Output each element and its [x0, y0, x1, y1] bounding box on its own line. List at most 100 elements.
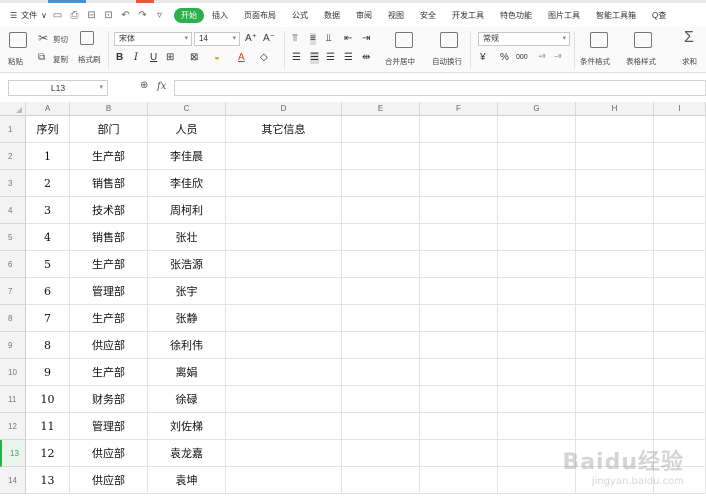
table-cell[interactable] [342, 359, 420, 386]
table-cell[interactable]: 生产部 [70, 359, 148, 386]
table-cell[interactable] [654, 251, 706, 278]
table-cell[interactable] [654, 170, 706, 197]
paste-button[interactable]: 粘贴 [8, 56, 23, 67]
tab-review[interactable]: 审阅 [356, 10, 372, 21]
align-left-icon[interactable]: ☰ [292, 52, 301, 64]
search-command[interactable]: Q查 [652, 10, 666, 21]
table-cell[interactable] [498, 386, 576, 413]
header-cell[interactable] [498, 116, 576, 143]
table-cell[interactable] [226, 332, 342, 359]
table-cell[interactable] [226, 251, 342, 278]
table-cell[interactable]: 刘佐梯 [148, 413, 226, 440]
table-cell[interactable]: 徐利伟 [148, 332, 226, 359]
number-format-select[interactable]: 常规 ▾ [478, 32, 570, 46]
table-cell[interactable]: 财务部 [70, 386, 148, 413]
table-cell[interactable]: 11 [26, 413, 70, 440]
table-cell[interactable]: 4 [26, 224, 70, 251]
table-cell[interactable]: 周柯利 [148, 197, 226, 224]
table-cell[interactable] [226, 224, 342, 251]
underline-icon[interactable]: U [150, 52, 157, 64]
table-cell[interactable]: 13 [26, 467, 70, 494]
decrease-decimal-icon[interactable]: ⁻⁰ [554, 52, 561, 64]
indent-decrease-icon[interactable]: ⇤ [344, 33, 352, 45]
table-cell[interactable] [342, 170, 420, 197]
table-cell[interactable]: 袁坤 [148, 467, 226, 494]
table-cell[interactable] [342, 278, 420, 305]
table-cell[interactable] [226, 467, 342, 494]
table-cell[interactable] [576, 386, 654, 413]
table-cell[interactable] [342, 224, 420, 251]
column-header-b[interactable]: B [70, 102, 148, 116]
font-name-select[interactable]: 宋体 ▾ [114, 32, 192, 46]
table-cell[interactable] [498, 224, 576, 251]
font-size-select[interactable]: 14 ▾ [194, 32, 240, 46]
table-cell[interactable] [654, 332, 706, 359]
table-cell[interactable] [654, 359, 706, 386]
row-header[interactable]: 12 [0, 413, 26, 440]
row-header[interactable]: 11 [0, 386, 26, 413]
table-cell[interactable]: 12 [26, 440, 70, 467]
table-cell[interactable] [342, 251, 420, 278]
row-header[interactable]: 7 [0, 278, 26, 305]
file-menu[interactable]: 文件 [21, 10, 37, 21]
cell-style-icon[interactable]: ⊠ [190, 52, 198, 64]
table-cell[interactable] [420, 251, 498, 278]
table-cell[interactable] [420, 332, 498, 359]
zoom-icon[interactable]: ⊕ [140, 80, 148, 91]
table-cell[interactable] [576, 359, 654, 386]
table-cell[interactable]: 销售部 [70, 170, 148, 197]
table-cell[interactable] [654, 305, 706, 332]
table-cell[interactable]: 袁龙嘉 [148, 440, 226, 467]
table-cell[interactable]: 7 [26, 305, 70, 332]
row-header[interactable]: 6 [0, 251, 26, 278]
table-cell[interactable] [498, 278, 576, 305]
header-cell[interactable] [342, 116, 420, 143]
table-cell[interactable] [420, 197, 498, 224]
table-cell[interactable]: 2 [26, 170, 70, 197]
table-style-icon[interactable] [634, 32, 652, 48]
indent-increase-icon[interactable]: ⇥ [362, 33, 370, 45]
table-cell[interactable] [342, 332, 420, 359]
tab-picture-tools[interactable]: 图片工具 [548, 10, 580, 21]
table-cell[interactable] [342, 467, 420, 494]
header-cell[interactable]: 序列 [26, 116, 70, 143]
table-cell[interactable]: 张静 [148, 305, 226, 332]
distribute-icon[interactable]: ⇹ [362, 52, 370, 64]
table-cell[interactable]: 6 [26, 278, 70, 305]
table-cell[interactable] [226, 440, 342, 467]
format-painter-button[interactable]: 格式刷 [78, 54, 101, 65]
table-cell[interactable] [576, 251, 654, 278]
table-cell[interactable]: 供应部 [70, 467, 148, 494]
tab-smart-toolbox[interactable]: 智能工具箱 [596, 10, 636, 21]
customize-dropdown-icon[interactable]: ▿ [153, 9, 166, 22]
paste-icon[interactable] [9, 32, 27, 48]
merge-center-icon[interactable] [395, 32, 413, 48]
column-header-g[interactable]: G [498, 102, 576, 116]
table-cell[interactable]: 张浩源 [148, 251, 226, 278]
table-cell[interactable]: 离娟 [148, 359, 226, 386]
header-cell[interactable]: 其它信息 [226, 116, 342, 143]
fill-color-icon[interactable]: ◒ [214, 52, 220, 64]
increase-decimal-icon[interactable]: ⁺⁰ [538, 52, 545, 64]
eraser-icon[interactable]: ◇ [260, 52, 268, 64]
row-header[interactable]: 14 [0, 467, 26, 494]
percent-button[interactable]: % [500, 52, 509, 64]
table-cell[interactable] [420, 440, 498, 467]
wrap-text-button[interactable]: 自动换行 [432, 56, 462, 67]
table-cell[interactable] [342, 386, 420, 413]
table-cell[interactable] [654, 143, 706, 170]
column-header-h[interactable]: H [576, 102, 654, 116]
table-cell[interactable] [498, 305, 576, 332]
table-cell[interactable] [420, 413, 498, 440]
sum-icon[interactable]: Σ [684, 30, 694, 46]
row-header[interactable]: 13 [0, 440, 26, 467]
table-cell[interactable] [576, 197, 654, 224]
table-style-button[interactable]: 表格样式 [626, 56, 656, 67]
copy-icon[interactable]: ⧉ [38, 52, 45, 64]
table-cell[interactable] [576, 278, 654, 305]
table-cell[interactable]: 管理部 [70, 413, 148, 440]
table-cell[interactable]: 5 [26, 251, 70, 278]
table-cell[interactable]: 8 [26, 332, 70, 359]
tab-developer[interactable]: 开发工具 [452, 10, 484, 21]
tab-features[interactable]: 特色功能 [500, 10, 532, 21]
